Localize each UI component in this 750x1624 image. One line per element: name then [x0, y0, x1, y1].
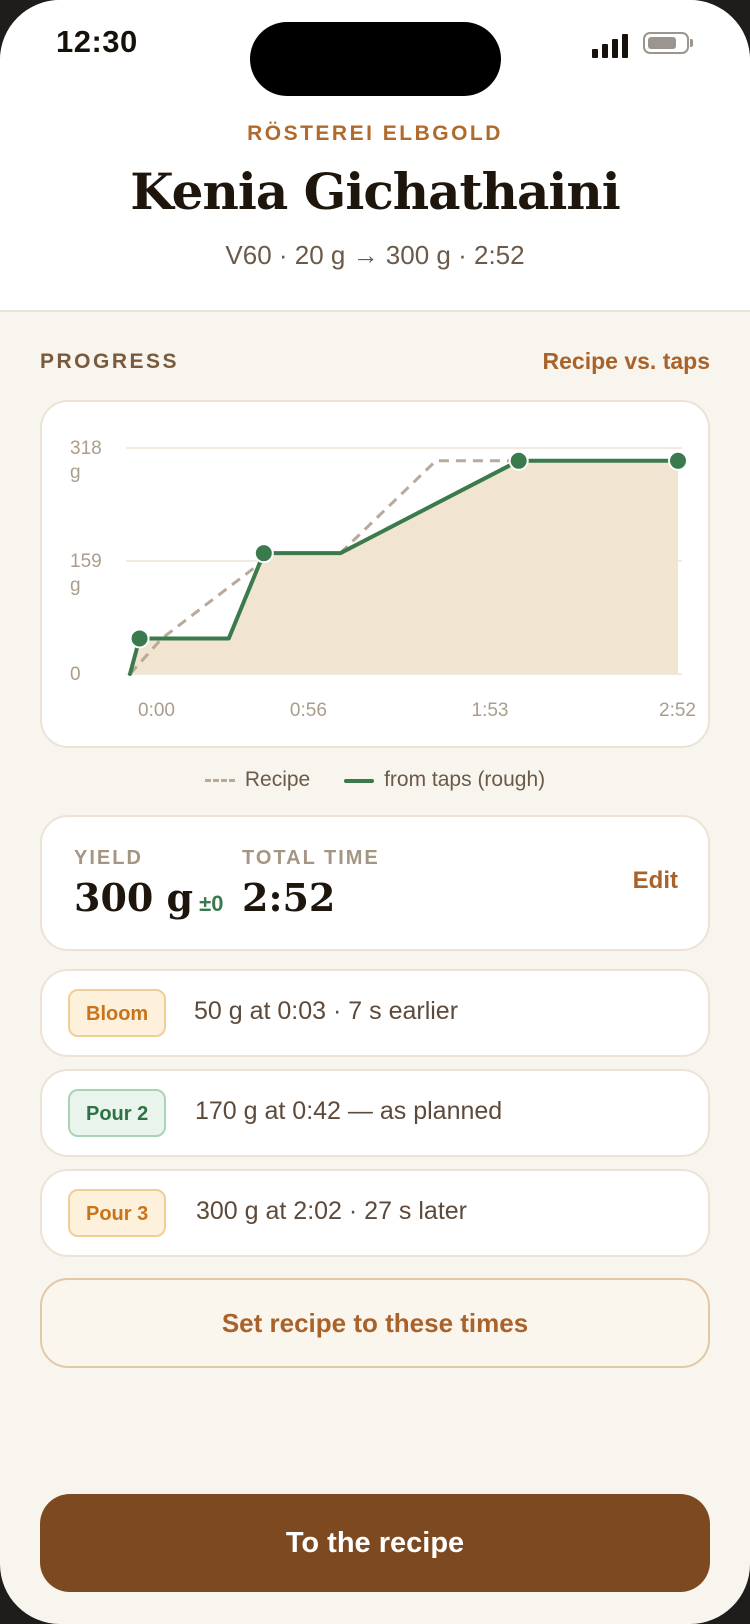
y-tick-label: 318: [70, 438, 102, 459]
stats-card: YIELD 300 g ±0 TOTAL TIME 2:52 Edit: [40, 815, 710, 951]
step-text: 300 g at 2:02 · 27 s later: [196, 1197, 468, 1225]
signal-icon: [592, 32, 630, 58]
recipe-vs-taps-link[interactable]: Recipe vs. taps: [543, 348, 710, 375]
tap-marker: [129, 628, 150, 649]
recipe-header: RÖSTEREI ELBGOLD Kenia Gichathaini V60 ·…: [0, 96, 750, 312]
tap-marker: [253, 543, 274, 564]
total-time-value: 2:52: [242, 875, 336, 920]
total-time-label: TOTAL TIME: [242, 847, 380, 869]
y-tick-label: 159: [70, 551, 102, 572]
battery-icon: [643, 32, 693, 54]
to-the-recipe-button[interactable]: To the recipe: [40, 1494, 710, 1592]
chart-legend: Recipe from taps (rough): [0, 768, 750, 792]
recipe-meta: V60 · 20 g → 300 g · 2:52: [225, 240, 525, 270]
progress-chart: 318 g 159 g 0 0:00 0:56 1:53 2:52: [70, 438, 696, 721]
status-time: 12:30: [56, 24, 138, 59]
y-tick-label: 0: [70, 664, 81, 685]
roaster-name: RÖSTEREI ELBGOLD: [247, 122, 503, 145]
legend-taps: from taps (rough): [344, 768, 545, 792]
dynamic-island: [250, 22, 501, 96]
x-tick-label: 0:56: [290, 700, 327, 721]
legend-taps-label: from taps (rough): [384, 768, 546, 792]
step-chip: Bloom: [68, 989, 167, 1037]
edit-button[interactable]: Edit: [633, 867, 678, 895]
legend-recipe-label: Recipe: [244, 768, 311, 792]
set-recipe-times-button[interactable]: Set recipe to these times: [40, 1278, 710, 1368]
progress-chart-card: 318 g 159 g 0 0:00 0:56 1:53 2:52: [40, 400, 710, 748]
step-text: 170 g at 0:42 — as planned: [195, 1097, 503, 1125]
x-tick-label: 0:00: [138, 700, 175, 721]
step-chip: Pour 2: [68, 1089, 167, 1137]
legend-recipe: Recipe: [204, 768, 311, 792]
step-row-pour-3[interactable]: Pour 3 300 g at 2:02 · 27 s later: [40, 1169, 710, 1257]
status-bar: 12:30: [0, 0, 750, 96]
progress-heading: PROGRESS: [40, 350, 180, 373]
x-tick-label: 1:53: [472, 700, 509, 721]
yield-label: YIELD: [74, 847, 143, 869]
phone-screen: 12:30 RÖSTEREI ELBGOLD Kenia Gichathaini…: [0, 0, 750, 1624]
step-text: 50 g at 0:03 · 7 s earlier: [194, 997, 459, 1025]
y-tick-unit: g: [70, 575, 81, 596]
solid-line-icon: [344, 778, 375, 783]
dashed-line-icon: [204, 779, 235, 783]
yield-delta: ±0: [199, 891, 224, 916]
yield-amount: 300 g: [74, 875, 194, 920]
x-tick-label: 2:52: [659, 700, 696, 721]
step-row-pour-2[interactable]: Pour 2 170 g at 0:42 — as planned: [40, 1069, 710, 1157]
coffee-title: Kenia Gichathaini: [130, 162, 620, 221]
tap-marker: [668, 450, 688, 471]
tap-marker: [508, 450, 529, 471]
step-chip: Pour 3: [68, 1189, 167, 1237]
y-tick-unit: g: [70, 462, 81, 483]
yield-value: 300 g ±0: [74, 875, 223, 920]
step-row-bloom[interactable]: Bloom 50 g at 0:03 · 7 s earlier: [40, 969, 710, 1057]
